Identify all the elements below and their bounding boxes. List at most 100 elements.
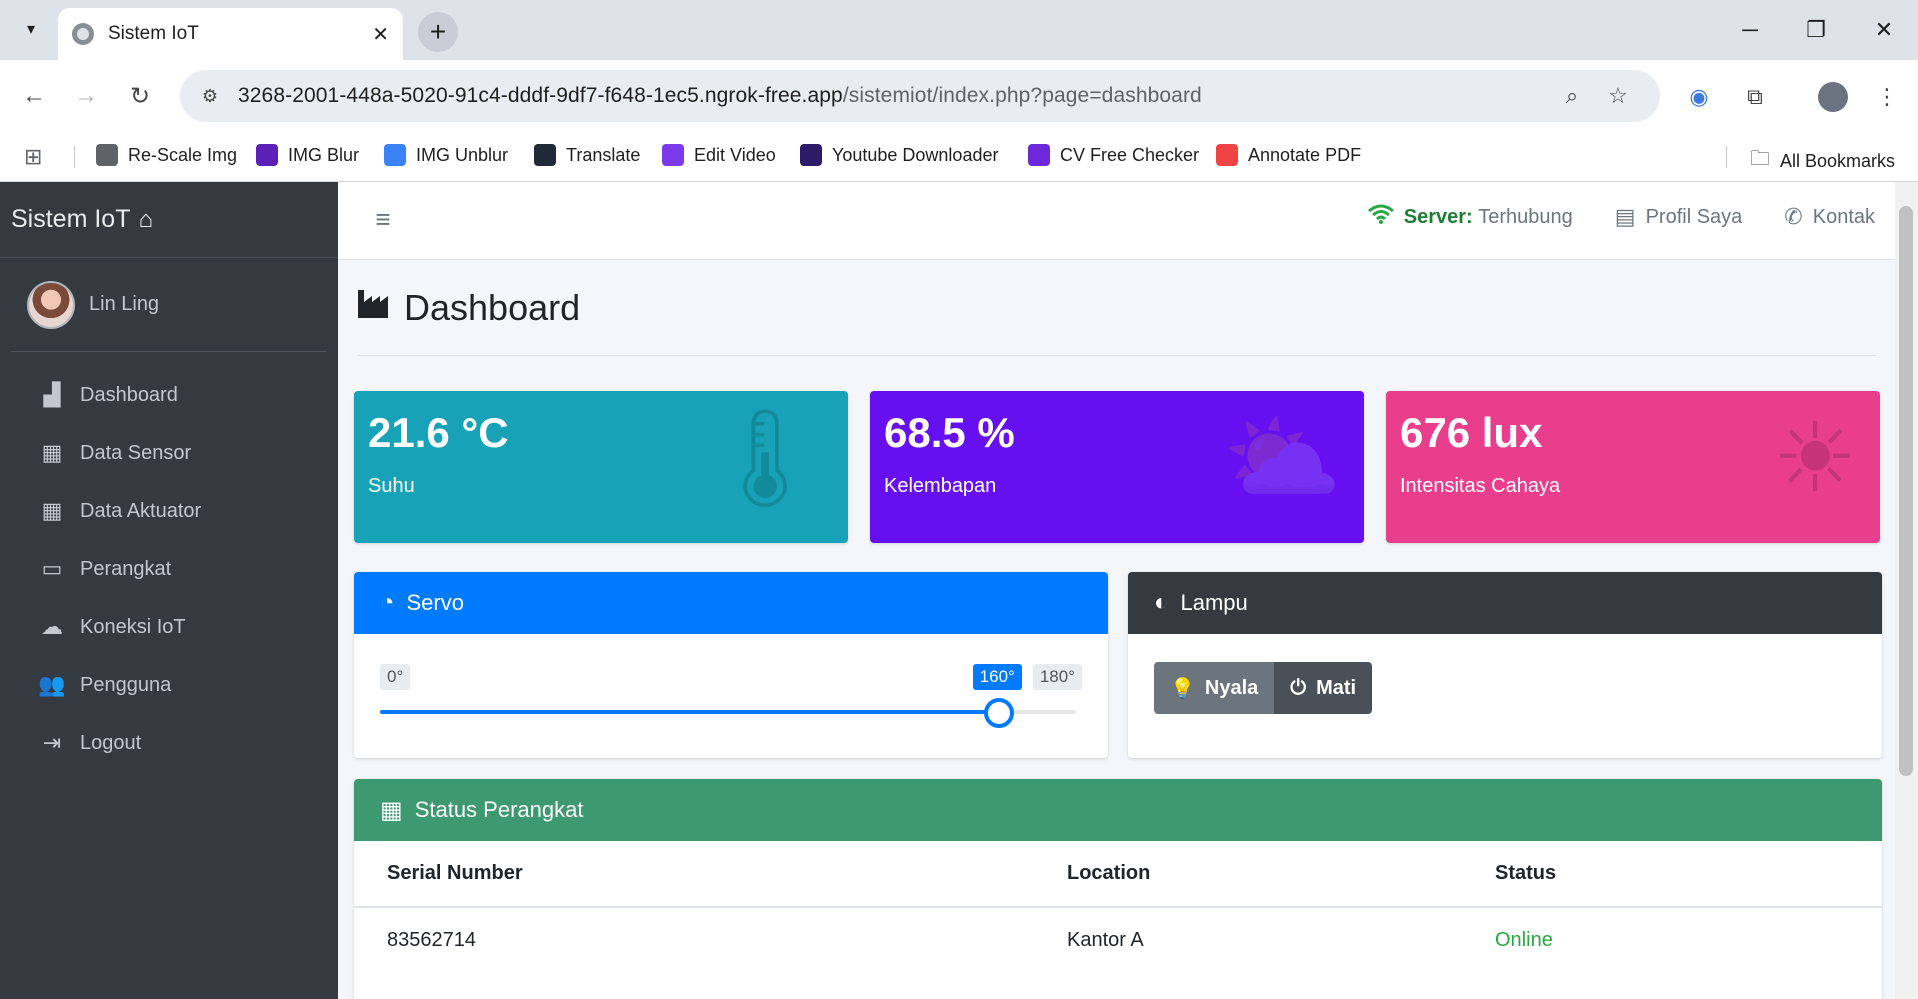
sidebar-item-dashboard[interactable]: ▟ Dashboard: [0, 366, 338, 424]
lamp-on-button[interactable]: 💡 Nyala: [1154, 662, 1275, 714]
hamburger-menu-icon[interactable]: ≡: [368, 204, 398, 234]
bookmark-favicon-icon: [96, 144, 118, 166]
top-navbar: ≡ Server: Terhubung ▤ Profil Saya ✆ Kont…: [338, 182, 1895, 260]
navbar-right: Server: Terhubung ▤ Profil Saya ✆ Kontak: [1326, 204, 1875, 230]
back-icon[interactable]: ←: [14, 76, 54, 116]
reload-icon[interactable]: ↻: [120, 76, 160, 116]
sidebar-item-label: Perangkat: [80, 557, 172, 580]
sidebar: Sistem IoT ⌂ Lin Ling ▟ Dashboard ▦ Data Se…: [0, 182, 338, 999]
all-bookmarks-button[interactable]: 🗀 All Bookmarks: [1750, 144, 1895, 178]
brand-link[interactable]: Sistem IoT ⌂: [0, 182, 338, 258]
bookmark-favicon-icon: [256, 144, 278, 166]
bookmark-label: Edit Video: [694, 144, 776, 165]
sidebar-item-label: Logout: [80, 731, 142, 754]
forward-icon[interactable]: →: [66, 76, 106, 116]
bookmark-star-icon[interactable]: ☆: [1600, 78, 1636, 114]
stat-box-temperature: 21.6 °C Suhu 🌡: [354, 391, 848, 543]
bookmark-item[interactable]: IMG Blur: [256, 144, 359, 166]
bookmark-item[interactable]: Translate: [534, 144, 640, 166]
tab-title: Sistem IoT: [108, 23, 199, 44]
bookmark-label: Annotate PDF: [1248, 144, 1362, 165]
tab-search-chevron-icon[interactable]: ▾: [14, 12, 48, 46]
bookmark-item[interactable]: CV Free Checker: [1028, 144, 1199, 166]
scrollbar-thumb[interactable]: [1899, 206, 1913, 776]
bookmark-label: IMG Unblur: [416, 144, 509, 165]
id-card-icon: ▤: [1614, 204, 1636, 229]
restore-icon[interactable]: ❐: [1786, 10, 1846, 50]
sidebar-item-data-aktuator[interactable]: ▦ Data Aktuator: [0, 482, 338, 540]
minimize-icon[interactable]: ─: [1720, 10, 1780, 50]
browser-menu-icon[interactable]: ⋮: [1868, 78, 1906, 116]
sidebar-menu: ▟ Dashboard ▦ Data Sensor ▦ Data Aktuator ▭ Per…: [0, 366, 338, 772]
phone-icon: ✆: [1784, 204, 1803, 229]
all-bookmarks-label: All Bookmarks: [1780, 150, 1896, 171]
user-panel[interactable]: Lin Ling: [11, 258, 327, 352]
bookmark-item[interactable]: Edit Video: [662, 144, 776, 166]
url-text[interactable]: 3268-2001-448a-5020-91c4-dddf-9df7-f648-…: [238, 84, 1202, 108]
page-title: Dashboard: [404, 286, 581, 328]
half-circle-icon: ◐: [1154, 589, 1169, 616]
bookmark-item[interactable]: Youtube Downloader: [800, 144, 998, 166]
stat-box-humidity: 68.5 % Kelembapan ⛅: [870, 391, 1364, 543]
users-icon: 👥: [38, 672, 66, 697]
profile-link[interactable]: ▤ Profil Saya: [1615, 204, 1743, 230]
home-wifi-icon: ⌂: [138, 205, 153, 233]
browser-tab[interactable]: Sistem IoT ✕: [58, 8, 403, 60]
sidebar-item-logout[interactable]: ⇥ Logout: [0, 714, 338, 772]
extension-shield-icon[interactable]: ◉: [1680, 78, 1718, 116]
factory-icon: [358, 288, 392, 327]
avatar: [27, 280, 75, 329]
servo-slider[interactable]: 0° 160° 180°: [354, 634, 1108, 758]
lamp-off-button[interactable]: ⏻ Mati: [1274, 662, 1373, 714]
column-header-serial: Serial Number: [354, 841, 1034, 908]
bookmark-label: IMG Blur: [288, 144, 360, 165]
sidebar-item-perangkat[interactable]: ▭ Perangkat: [0, 540, 338, 598]
browser-tab-strip: ▾ Sistem IoT ✕ + ─ ❐ ✕: [0, 0, 1918, 60]
sidebar-item-pengguna[interactable]: 👥 Pengguna: [0, 656, 338, 714]
cloud-icon: ☁: [41, 614, 63, 639]
contact-link[interactable]: ✆ Kontak: [1784, 204, 1875, 230]
table-icon: ▦: [380, 796, 403, 824]
slider-track[interactable]: [380, 710, 1076, 714]
sidebar-item-koneksi-iot[interactable]: ☁ Koneksi IoT: [0, 598, 338, 656]
brand-name: Sistem IoT: [11, 205, 131, 233]
slider-handle[interactable]: [983, 698, 1014, 728]
server-status: Server: Terhubung: [1367, 204, 1573, 230]
bookmark-label: CV Free Checker: [1060, 144, 1200, 165]
bookmark-item[interactable]: Re-Scale Img: [96, 144, 237, 166]
page-header: Dashboard: [358, 260, 1876, 356]
status-perangkat-card: ▦ Status Perangkat Serial Number Locatio…: [354, 779, 1882, 999]
scrollbar[interactable]: [1895, 182, 1918, 999]
url-host: 3268-2001-448a-5020-91c4-dddf-9df7-f648-…: [238, 84, 843, 107]
close-tab-icon[interactable]: ✕: [372, 22, 389, 47]
servo-card: ◔ Servo 0° 160° 180°: [354, 572, 1108, 758]
status-card-header: ▦ Status Perangkat: [354, 779, 1882, 841]
wifi-icon: [1367, 204, 1394, 230]
servo-title: Servo: [406, 590, 464, 615]
thermometer-icon: 🌡: [704, 405, 826, 512]
new-tab-button[interactable]: +: [418, 12, 458, 52]
profile-avatar[interactable]: [1814, 78, 1852, 116]
cell-serial: 83562714: [387, 929, 476, 951]
bookmark-label: Translate: [566, 144, 641, 165]
sidebar-item-data-sensor[interactable]: ▦ Data Sensor: [0, 424, 338, 482]
bookmark-item[interactable]: IMG Unblur: [384, 144, 508, 166]
close-window-icon[interactable]: ✕: [1854, 10, 1914, 50]
grid-icon: ▦: [41, 498, 63, 523]
site-settings-icon[interactable]: ⚙: [192, 78, 228, 114]
zoom-icon[interactable]: ⌕: [1554, 78, 1590, 114]
apps-grid-icon[interactable]: ⊞: [24, 144, 42, 170]
lampu-card-header: ◐ Lampu: [1128, 572, 1882, 634]
extensions-puzzle-icon[interactable]: ⧉: [1736, 78, 1774, 116]
bookmark-item[interactable]: Annotate PDF: [1216, 144, 1361, 166]
address-bar[interactable]: ⚙ 3268-2001-448a-5020-91c4-dddf-9df7-f64…: [180, 70, 1660, 122]
grid-icon: ▦: [41, 440, 63, 465]
bookmarks-bar: ⊞ Re-Scale Img IMG Blur IMG Unblur Translat…: [0, 132, 1918, 182]
cell-location: Kantor A: [1067, 929, 1144, 951]
sidebar-item-label: Koneksi IoT: [80, 615, 186, 638]
device-icon: ▭: [41, 556, 63, 581]
bookmark-favicon-icon: [384, 144, 406, 166]
slider-current-label: 160°: [972, 664, 1022, 690]
main-content: ≡ Server: Terhubung ▤ Profil Saya ✆ Kont…: [338, 182, 1895, 999]
bookmark-favicon-icon: [800, 144, 822, 166]
